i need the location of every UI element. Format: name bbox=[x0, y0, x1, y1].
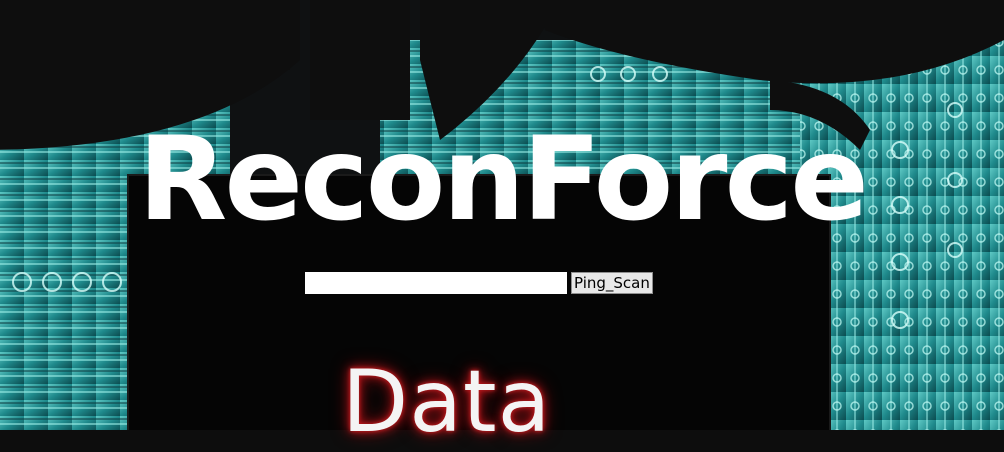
page-subtitle: Data bbox=[342, 352, 552, 452]
page-title: ReconForce bbox=[138, 112, 869, 247]
target-input[interactable] bbox=[305, 272, 567, 294]
ping-scan-button[interactable]: Ping_Scan bbox=[571, 272, 653, 294]
scan-form: Ping_Scan bbox=[305, 272, 653, 294]
